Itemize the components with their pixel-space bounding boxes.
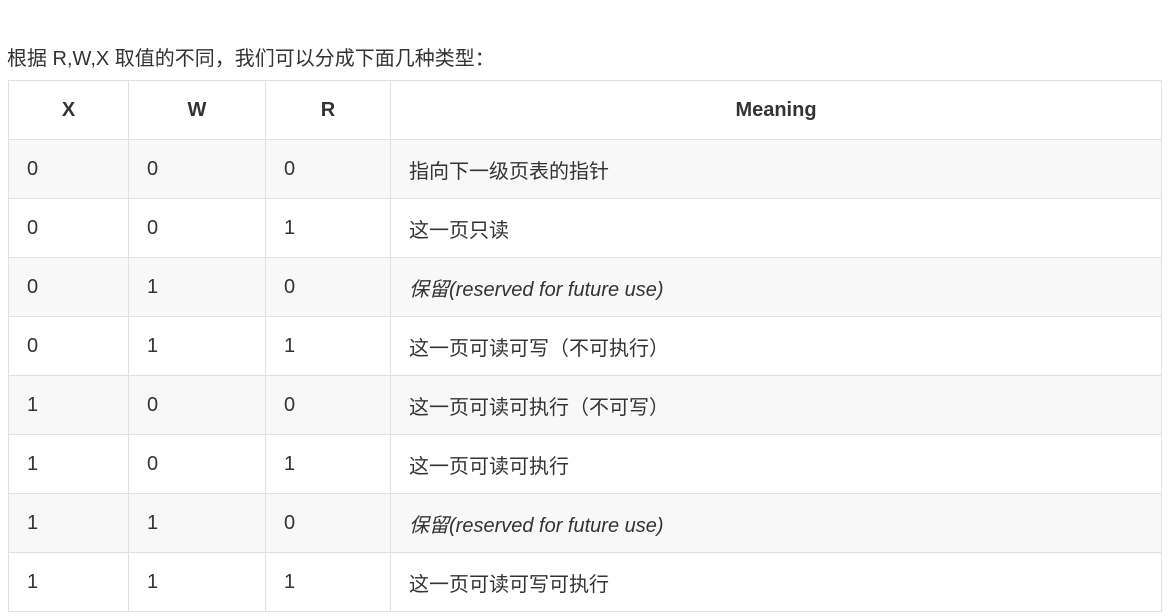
table-row: 0 0 1 这一页只读 bbox=[8, 198, 1162, 258]
cell-w: 0 bbox=[128, 198, 266, 258]
cell-x: 0 bbox=[8, 139, 129, 199]
permission-table: X W R Meaning 0 0 0 指向下一级页表的指针 0 0 1 这一页… bbox=[8, 80, 1162, 612]
cell-meaning: 保留(reserved for future use) bbox=[390, 257, 1162, 317]
cell-r: 0 bbox=[265, 139, 391, 199]
cell-x: 0 bbox=[8, 198, 129, 258]
header-meaning: Meaning bbox=[390, 80, 1162, 140]
cell-w: 0 bbox=[128, 139, 266, 199]
table-body: 0 0 0 指向下一级页表的指针 0 0 1 这一页只读 0 1 0 保留(re… bbox=[8, 139, 1162, 612]
header-w: W bbox=[128, 80, 266, 140]
cell-x: 0 bbox=[8, 316, 129, 376]
header-r: R bbox=[265, 80, 391, 140]
cell-x: 1 bbox=[8, 493, 129, 553]
header-x: X bbox=[8, 80, 129, 140]
cell-r: 1 bbox=[265, 198, 391, 258]
cell-meaning: 这一页可读可执行 bbox=[390, 434, 1162, 494]
table-row: 1 0 1 这一页可读可执行 bbox=[8, 434, 1162, 494]
table-row: 1 1 1 这一页可读可写可执行 bbox=[8, 552, 1162, 612]
table-row: 0 1 1 这一页可读可写（不可执行） bbox=[8, 316, 1162, 376]
cell-r: 0 bbox=[265, 493, 391, 553]
cell-w: 1 bbox=[128, 493, 266, 553]
cell-w: 0 bbox=[128, 434, 266, 494]
cell-r: 1 bbox=[265, 316, 391, 376]
cell-x: 1 bbox=[8, 552, 129, 612]
cell-meaning: 这一页可读可执行（不可写） bbox=[390, 375, 1162, 435]
table-header: X W R Meaning bbox=[8, 80, 1162, 140]
cell-meaning: 这一页可读可写（不可执行） bbox=[390, 316, 1162, 376]
intro-paragraph: 根据 R,W,X 取值的不同，我们可以分成下面几种类型： bbox=[7, 48, 495, 70]
table-row: 0 0 0 指向下一级页表的指针 bbox=[8, 139, 1162, 199]
cell-r: 1 bbox=[265, 434, 391, 494]
table-row: 1 1 0 保留(reserved for future use) bbox=[8, 493, 1162, 553]
cell-r: 0 bbox=[265, 375, 391, 435]
cell-x: 1 bbox=[8, 434, 129, 494]
cell-meaning: 保留(reserved for future use) bbox=[390, 493, 1162, 553]
table-row: 1 0 0 这一页可读可执行（不可写） bbox=[8, 375, 1162, 435]
cell-w: 1 bbox=[128, 552, 266, 612]
cell-x: 0 bbox=[8, 257, 129, 317]
cell-meaning: 这一页可读可写可执行 bbox=[390, 552, 1162, 612]
cell-meaning: 指向下一级页表的指针 bbox=[390, 139, 1162, 199]
cell-x: 1 bbox=[8, 375, 129, 435]
cell-w: 1 bbox=[128, 316, 266, 376]
cell-w: 0 bbox=[128, 375, 266, 435]
cell-r: 0 bbox=[265, 257, 391, 317]
table-row: 0 1 0 保留(reserved for future use) bbox=[8, 257, 1162, 317]
cell-r: 1 bbox=[265, 552, 391, 612]
header-row: X W R Meaning bbox=[8, 80, 1162, 140]
cell-w: 1 bbox=[128, 257, 266, 317]
cell-meaning: 这一页只读 bbox=[390, 198, 1162, 258]
